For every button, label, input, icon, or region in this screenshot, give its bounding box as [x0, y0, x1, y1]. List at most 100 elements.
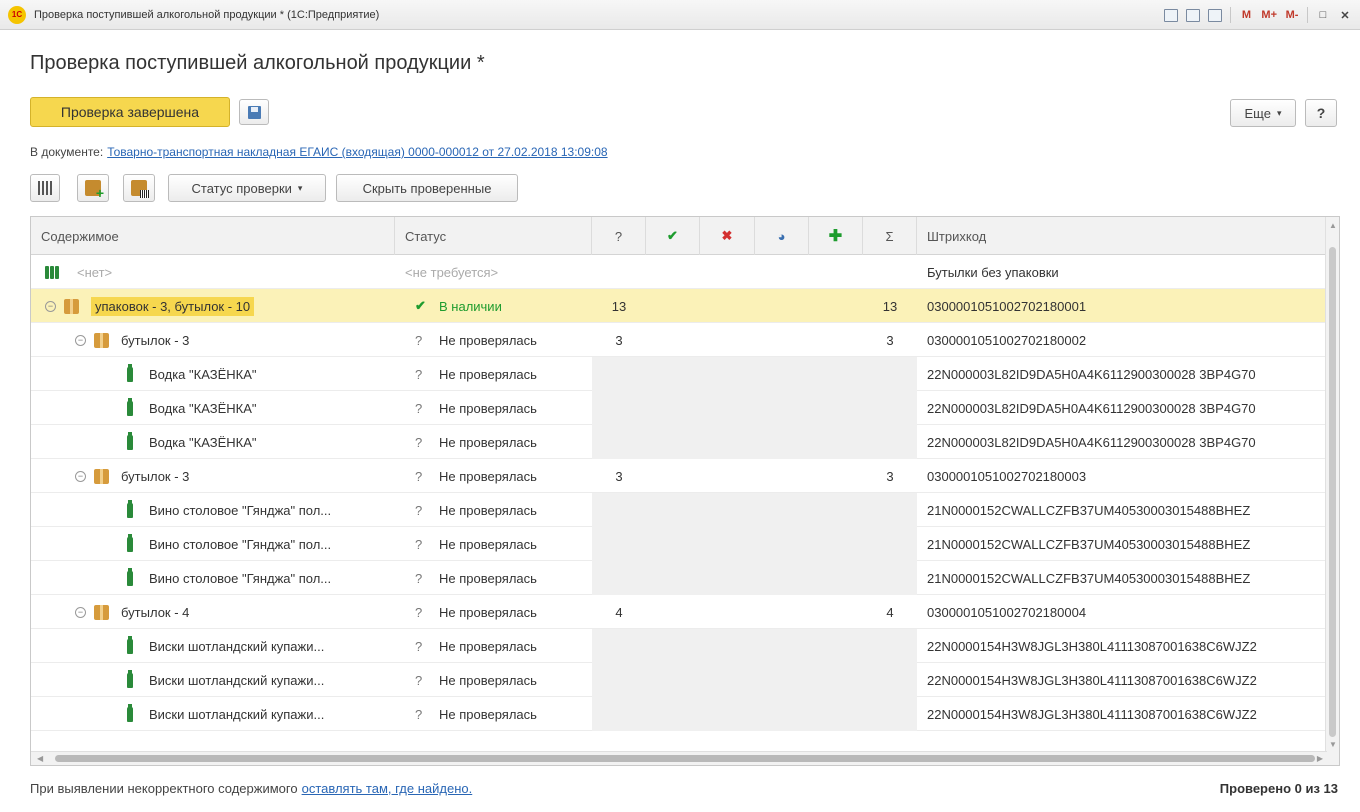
row-status: Не проверялась [439, 502, 537, 518]
row-content: Вино столовое "Гянджа" пол... [149, 536, 332, 552]
bottle-icon [127, 669, 133, 688]
table-header: Содержимое Статус ? ✔ ✖ ◕ ✚ Σ Штрихкод [31, 217, 1327, 255]
chevron-down-icon: ▾ [1276, 107, 1282, 118]
more-button[interactable]: Еще ▾ [1230, 99, 1296, 127]
contents-table[interactable]: Содержимое Статус ? ✔ ✖ ◕ ✚ Σ Штрихкод <… [30, 216, 1340, 766]
header-added[interactable]: ✚ [809, 217, 863, 255]
row-barcode: 22N000003L82ID9DA5H0A4K6112900300028 3BP… [927, 400, 1256, 416]
header-total[interactable]: Σ [863, 217, 917, 255]
question-icon: ? [415, 604, 423, 620]
save-icon [247, 105, 261, 119]
table-row[interactable]: − бутылок - 3 ? Не проверялась 3 3 030000… [31, 323, 1327, 357]
page-title: Проверка поступившей алкогольной продукц… [30, 52, 485, 74]
row-barcode: 22N000003L82ID9DA5H0A4K6112900300028 3BP… [927, 366, 1256, 382]
scroll-up-icon[interactable]: ▲ [1329, 221, 1337, 230]
table-row[interactable]: Виски шотландский купажи... ? Не проверял… [31, 697, 1327, 731]
table-row[interactable]: <нет> <не требуется> Бутылки без упаковк… [31, 255, 1327, 289]
row-unchecked: 3 [615, 332, 623, 348]
calculator-icon[interactable] [1184, 5, 1202, 25]
table-row[interactable]: Водка "КАЗЁНКА" ? Не проверялась 22N00000… [31, 425, 1327, 459]
collapse-icon[interactable]: − [75, 606, 86, 618]
collapse-icon[interactable]: − [45, 300, 56, 312]
row-status: Не проверялась [439, 366, 537, 382]
header-status[interactable]: Статус [395, 217, 592, 255]
table-row[interactable]: Водка "КАЗЁНКА" ? Не проверялась 22N00000… [31, 357, 1327, 391]
document-label: В документе: [30, 145, 104, 159]
table-row[interactable]: − бутылок - 4 ? Не проверялась 4 4 030000… [31, 595, 1327, 629]
row-status: Не проверялась [439, 604, 537, 620]
table-row[interactable]: − упаковок - 3, бутылок - 10 ✔ В наличии… [31, 289, 1327, 323]
row-status: <не требуется> [405, 264, 499, 280]
help-button[interactable]: ? [1305, 99, 1337, 127]
collapse-icon[interactable]: − [75, 334, 86, 346]
package-icon [94, 332, 109, 348]
status-filter-label: Статус проверки [191, 180, 292, 196]
row-status: Не проверялась [439, 332, 537, 348]
scan-barcode-button[interactable] [30, 174, 60, 202]
bottle-icon [127, 363, 133, 382]
question-icon: ? [415, 638, 423, 654]
table-row[interactable]: Вино столовое "Гянджа" пол... ? Не провер… [31, 561, 1327, 595]
table-row[interactable]: Виски шотландский купажи... ? Не проверял… [31, 663, 1327, 697]
question-icon: ? [415, 570, 423, 586]
print-icon[interactable] [1162, 5, 1180, 25]
vertical-scroll-thumb[interactable] [1329, 247, 1336, 737]
package-barcode-button[interactable] [123, 174, 155, 202]
row-total: 3 [886, 332, 894, 348]
close-icon[interactable]: ✕ [1336, 5, 1354, 25]
maximize-icon[interactable]: □ [1314, 5, 1332, 25]
table-row[interactable]: Вино столовое "Гянджа" пол... ? Не провер… [31, 493, 1327, 527]
question-icon: ? [415, 366, 423, 382]
row-barcode: 22N0000154H3W8JGL3H380L41113087001638C6W… [927, 706, 1257, 722]
barcode-icon [38, 181, 52, 195]
row-barcode: 22N0000154H3W8JGL3H380L41113087001638C6W… [927, 672, 1257, 688]
check-complete-button[interactable]: Проверка завершена [30, 97, 230, 127]
row-total: 13 [882, 298, 898, 314]
memory-mplus-button[interactable]: M+ [1259, 5, 1279, 25]
bottle-icon [127, 703, 133, 722]
cross-icon: ✖ [721, 228, 733, 243]
status-filter-button[interactable]: Статус проверки ▾ [168, 174, 326, 202]
row-content: бутылок - 3 [121, 468, 190, 484]
question-icon: ? [415, 400, 423, 416]
plus-icon: ✚ [828, 228, 843, 245]
table-row[interactable]: Вино столовое "Гянджа" пол... ? Не провер… [31, 527, 1327, 561]
more-button-label: Еще [1244, 105, 1271, 121]
scroll-left-icon[interactable]: ◀ [37, 754, 43, 763]
vertical-scrollbar[interactable]: ▲ ▼ [1325, 217, 1339, 765]
row-status: В наличии [439, 298, 502, 314]
table-row[interactable]: − бутылок - 3 ? Не проверялась 3 3 030000… [31, 459, 1327, 493]
collapse-icon[interactable]: − [75, 470, 86, 482]
header-barcode[interactable]: Штрихкод [917, 217, 1327, 255]
row-barcode: 0300001051002702180002 [927, 332, 1087, 348]
row-unchecked: 3 [615, 468, 623, 484]
header-unchecked[interactable]: ? [592, 217, 646, 255]
row-status: Не проверялась [439, 570, 537, 586]
header-ok[interactable]: ✔ [646, 217, 700, 255]
chevron-down-icon: ▾ [297, 182, 303, 193]
scroll-right-icon[interactable]: ▶ [1317, 754, 1323, 763]
table-row[interactable]: Водка "КАЗЁНКА" ? Не проверялась 22N00000… [31, 391, 1327, 425]
app-logo-icon: 1С [8, 5, 26, 24]
document-link[interactable]: Товарно-транспортная накладная ЕГАИС (вх… [107, 145, 607, 159]
footer-text: При выявлении некорректного содержимого [30, 781, 298, 796]
header-error[interactable]: ✖ [700, 217, 755, 255]
horizontal-scroll-thumb[interactable] [55, 755, 1315, 762]
header-content[interactable]: Содержимое [31, 217, 395, 255]
table-row[interactable]: Виски шотландский купажи... ? Не проверял… [31, 629, 1327, 663]
horizontal-scrollbar[interactable]: ◀ ▶ [31, 751, 1327, 765]
row-content: Виски шотландский купажи... [149, 638, 325, 654]
header-pending[interactable]: ◕ [755, 217, 809, 255]
save-button[interactable] [239, 99, 269, 125]
question-icon: ? [415, 502, 423, 518]
bottle-icon [127, 431, 133, 450]
calendar-icon[interactable] [1206, 5, 1224, 25]
hide-checked-button[interactable]: Скрыть проверенные [336, 174, 518, 202]
memory-m-button[interactable]: M [1237, 5, 1255, 25]
bottle-icon [127, 635, 133, 654]
bottles-icon [45, 265, 59, 279]
memory-mminus-button[interactable]: M- [1283, 5, 1301, 25]
scroll-down-icon[interactable]: ▼ [1329, 740, 1337, 749]
add-package-button[interactable] [77, 174, 109, 202]
footer-link[interactable]: оставлять там, где найдено. [302, 781, 473, 796]
